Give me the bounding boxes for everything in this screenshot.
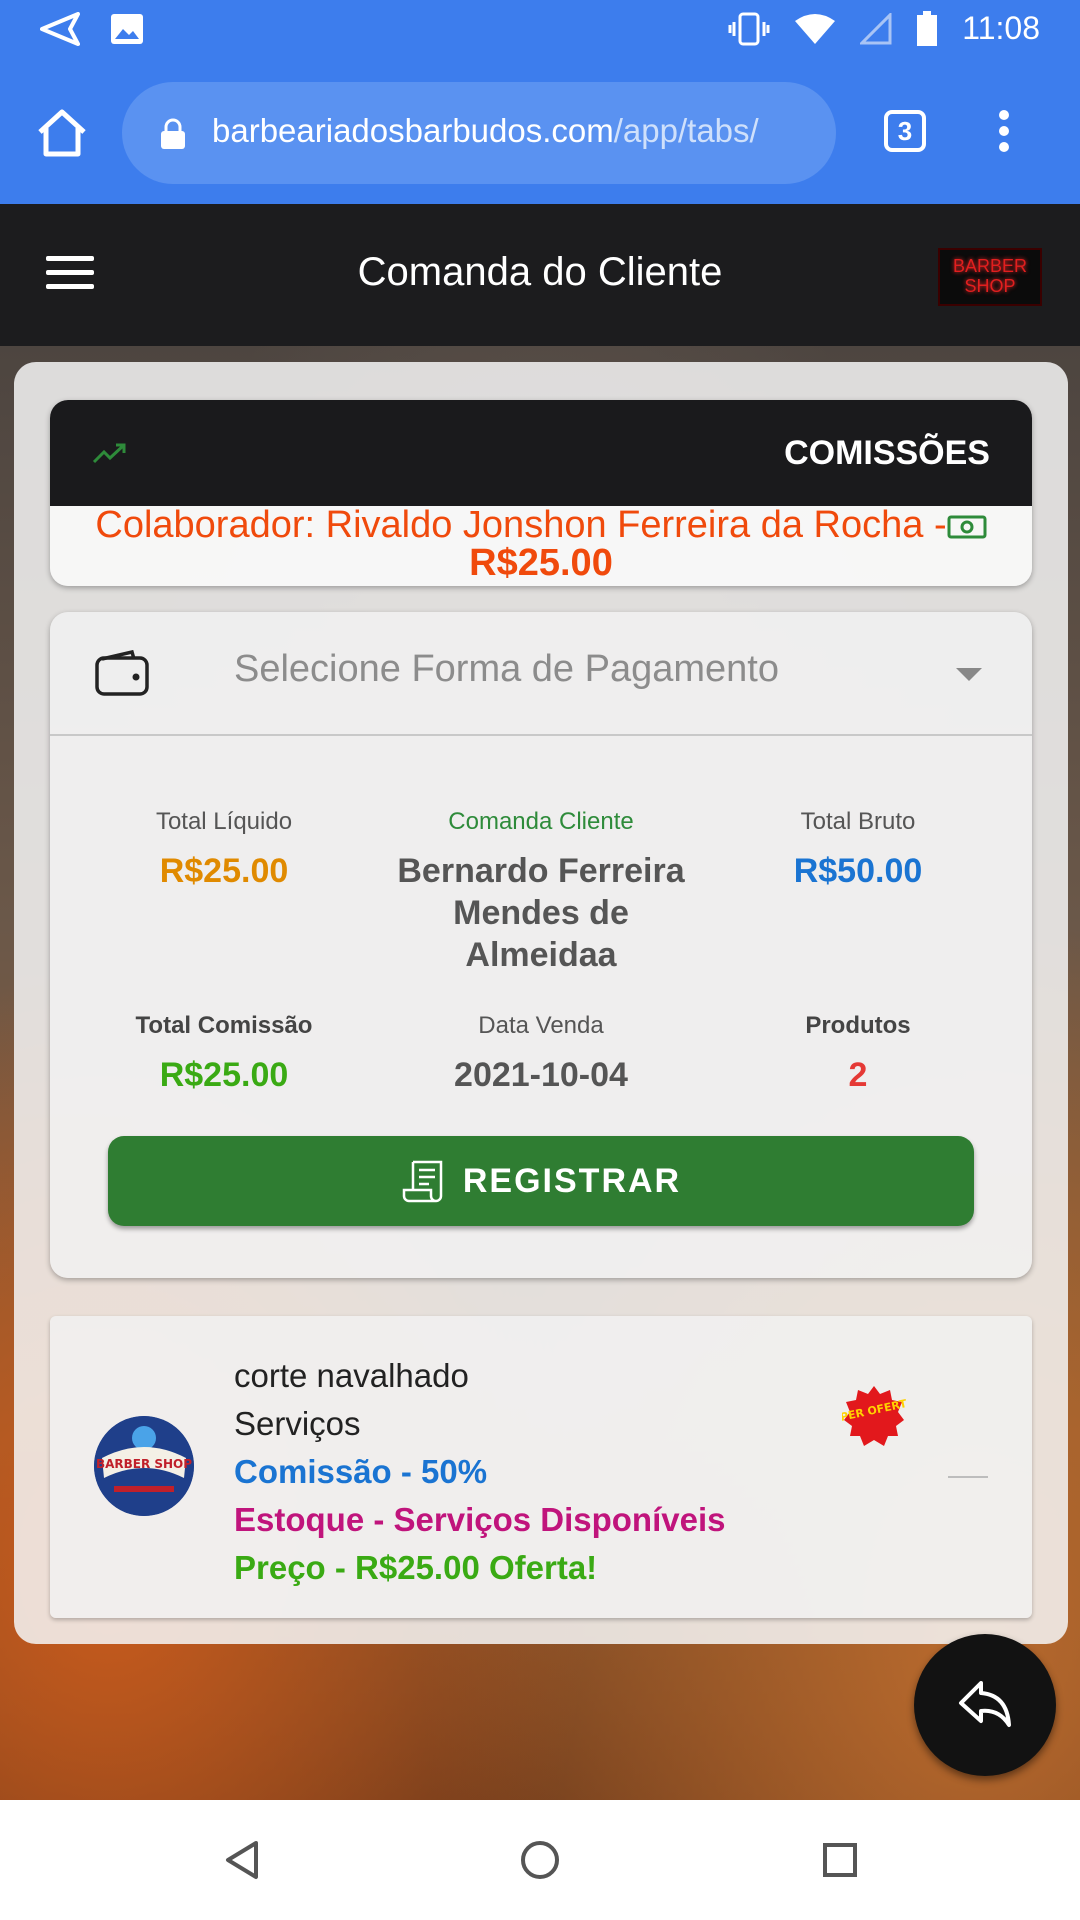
register-label: REGISTRAR [462,1161,682,1200]
caret-down-icon [956,668,982,681]
collaborator-line: Colaborador: Rivaldo Jonshon Ferreira da… [50,504,1032,546]
total-liquido-label: Total Líquido [155,808,293,835]
home-icon[interactable] [34,104,90,160]
page-title: Comanda do Cliente [357,250,723,294]
commission-title: COMISSÕES [784,434,990,472]
item-card[interactable]: BARBER SHOP corte navalhado Serviços Com… [50,1316,1032,1618]
nav-recent-icon[interactable] [822,1842,858,1878]
vibrate-icon [728,12,770,45]
super-offer-badge: SUPER OFERTAS [842,1386,906,1446]
data-venda-value: 2021-10-04 [454,1056,628,1094]
total-bruto: Total Bruto R$50.00 [738,808,978,892]
data-venda-label: Data Venda [478,1012,604,1039]
total-bruto-label: Total Bruto [800,808,916,835]
image-icon [111,14,143,44]
total-liquido-value: R$25.00 [159,852,289,890]
receipt-icon [402,1160,443,1203]
register-button[interactable]: REGISTRAR [108,1136,974,1226]
comanda-cliente: Comanda Cliente Bernardo Ferreira Mendes… [381,808,701,976]
comanda-label: Comanda Cliente [448,808,634,835]
comanda-name: Bernardo Ferreira Mendes de Almeidaa [397,852,685,974]
item-avatar: BARBER SHOP [94,1416,194,1516]
item-category: Serviços [234,1405,361,1442]
commission-value: R$25.00 [469,542,613,584]
item-divider [948,1476,988,1478]
commission-header: COMISSÕES [50,400,1032,506]
item-commission: Comissão - 50% [234,1453,488,1490]
clock: 11:08 [962,10,1040,46]
address-bar[interactable]: barbeariadosbarbudos.com/app/tabs/ [122,82,836,184]
url-path: /app/tabs/ [613,112,759,149]
browser-toolbar: barbeariadosbarbudos.com/app/tabs/ 3 [0,64,1080,204]
wallet-icon [95,650,149,696]
wifi-icon [795,13,836,44]
item-name: corte navalhado [234,1357,469,1394]
payment-placeholder: Selecione Forma de Pagamento [234,648,779,690]
battery-icon [917,10,938,46]
produtos-label: Produtos [805,1012,911,1039]
tabs-icon[interactable]: 3 [884,110,926,152]
nav-back-icon[interactable] [224,1840,260,1880]
app-header: Comanda do Cliente BARBER SHOP [0,204,1080,346]
signal-icon [860,12,892,44]
avatar-text: BARBER SHOP [96,1457,192,1471]
trend-icon [92,443,126,464]
produtos: Produtos 2 [758,1012,958,1096]
item-stock: Estoque - Serviços Disponíveis [234,1501,726,1538]
item-details: corte navalhado Serviços Comissão - 50% … [234,1352,726,1592]
more-icon[interactable] [996,110,1012,158]
data-venda: Data Venda 2021-10-04 [401,1012,681,1096]
total-comissao-value: R$25.00 [159,1056,289,1094]
produtos-value: 2 [848,1056,868,1094]
status-bar: 11:08 [0,0,1080,64]
total-bruto-value: R$50.00 [793,852,923,890]
nav-home-icon[interactable] [520,1840,560,1880]
url-text: barbeariadosbarbudos.com/app/tabs/ [212,112,759,150]
collaborator-text: Colaborador: Rivaldo Jonshon Ferreira da… [95,504,947,546]
reply-icon [959,1681,1011,1727]
lock-icon [161,118,185,149]
commission-card: COMISSÕES Colaborador: Rivaldo Jonshon F… [50,400,1032,586]
system-nav-bar [0,1800,1080,1920]
total-comissao: Total Comissão R$25.00 [94,1012,354,1096]
shop-logo: BARBER SHOP [938,248,1042,306]
url-domain: barbeariadosbarbudos.com [212,112,614,149]
money-icon [947,515,987,539]
item-price: Preço - R$25.00 Oferta! [234,1549,598,1586]
payment-select[interactable]: Selecione Forma de Pagamento [50,612,1032,736]
total-comissao-label: Total Comissão [135,1012,313,1039]
reply-button[interactable] [914,1634,1056,1776]
total-liquido: Total Líquido R$25.00 [104,808,344,892]
send-icon [40,12,80,46]
